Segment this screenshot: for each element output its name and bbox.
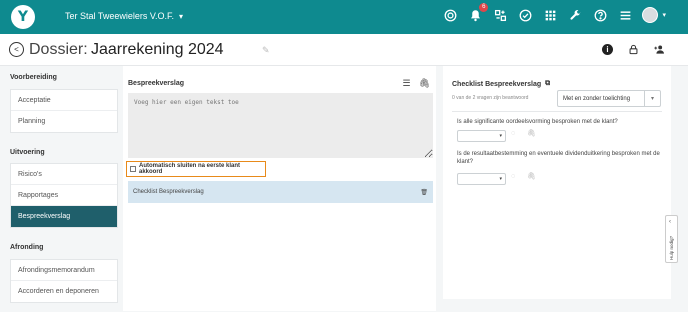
auto-close-checkbox-row[interactable]: Automatisch sluiten na eerste klant akko…: [126, 161, 266, 177]
sidebar-item-acceptatie[interactable]: Acceptatie: [11, 90, 117, 111]
list-icon[interactable]: ☰: [402, 78, 410, 89]
sidebar-item-accorderen[interactable]: Accorderen en deponeren: [11, 281, 117, 302]
back-button[interactable]: <: [9, 42, 24, 57]
progress-text: 0 van de 2 vragen zijn beantwoord: [452, 95, 529, 101]
sidebar-item-rapportages[interactable]: Rapportages: [11, 185, 117, 206]
chevron-left-icon: ‹: [669, 219, 671, 225]
checklist-label: Checklist Bespreekverslag: [133, 189, 204, 195]
sidebar-item-risicos[interactable]: Risico's: [11, 164, 117, 185]
chevron-down-icon: ▾: [644, 91, 660, 106]
notes-textarea[interactable]: [128, 93, 433, 158]
attachment-icon[interactable]: 🖇: [527, 172, 536, 180]
section-title-afronding: Afronding: [10, 244, 44, 251]
title-bar: < Dossier: Jaarrekening 2024 ✎ i: [0, 34, 688, 66]
help-tab[interactable]: ‹ Hulp nodig?: [665, 215, 678, 263]
help-tab-label: Hulp nodig?: [669, 235, 674, 260]
question-1-text: Is alle significante oordeelsvorming bes…: [457, 119, 618, 125]
swap-icon[interactable]: [492, 7, 508, 23]
sidebar-item-afrondingsmemorandum[interactable]: Afrondingsmemorandum: [11, 260, 117, 281]
filter-select-value: Met en zonder toelichting: [563, 95, 631, 102]
avatar[interactable]: [642, 7, 659, 23]
wrench-icon[interactable]: [567, 7, 583, 23]
help-icon[interactable]: [592, 7, 608, 23]
question-2-text: Is de resultaatbestemming en eventuele d…: [457, 151, 660, 165]
filter-select[interactable]: Met en zonder toelichting ▾: [557, 90, 661, 107]
trash-icon[interactable]: 🗑: [420, 189, 428, 196]
page-title-label: Dossier:: [29, 41, 88, 58]
nav-group-afronding: Afrondingsmemorandum Accorderen en depon…: [10, 259, 118, 303]
external-link-icon[interactable]: ⧉: [545, 80, 550, 88]
checklist-row[interactable]: Checklist Bespreekverslag 🗑: [128, 181, 433, 203]
divider: [452, 111, 662, 112]
attachment-icon[interactable]: 🖇: [419, 78, 430, 89]
question-1-answer-select[interactable]: ▾: [457, 130, 506, 142]
attachment-icon[interactable]: 🖇: [527, 129, 536, 137]
app-logo[interactable]: Y: [11, 5, 35, 29]
target-icon[interactable]: [442, 7, 458, 23]
company-selector[interactable]: Ter Stal Tweewielers V.O.F. ▾: [65, 11, 183, 21]
top-bar: Y Ter Stal Tweewielers V.O.F. ▾ 6 ▾: [0, 0, 688, 34]
add-user-icon[interactable]: [653, 43, 666, 56]
check-circle-icon[interactable]: [517, 7, 533, 23]
nav-group-uitvoering: Risico's Rapportages Bespreekverslag: [10, 163, 118, 228]
nav-group-voorbereiding: Acceptatie Planning: [10, 89, 118, 133]
company-name: Ter Stal Tweewielers V.O.F.: [65, 11, 175, 21]
section-heading: Bespreekverslag: [128, 80, 185, 87]
pencil-icon[interactable]: ✎: [262, 45, 270, 56]
checklist-panel: Checklist Bespreekverslag ⧉ 0 van de 2 v…: [443, 66, 671, 299]
chevron-down-icon: ▾: [179, 11, 184, 21]
main-panel: Bespreekverslag ☰ 🖇 Automatisch sluiten …: [123, 66, 436, 311]
section-title-voorbereiding: Voorbereiding: [10, 74, 57, 81]
lock-icon[interactable]: [627, 43, 640, 56]
auto-close-checkbox[interactable]: [130, 166, 136, 172]
sidebar-item-bespreekverslag[interactable]: Bespreekverslag: [11, 206, 117, 227]
notification-badge: 6: [479, 3, 489, 12]
menu-icon[interactable]: [617, 7, 633, 23]
checklist-panel-title: Checklist Bespreekverslag ⧉: [452, 80, 550, 88]
checklist-title: Checklist Bespreekverslag: [452, 80, 542, 88]
apps-grid-icon[interactable]: [542, 7, 558, 23]
section-title-uitvoering: Uitvoering: [10, 149, 45, 156]
bell-icon[interactable]: 6: [467, 3, 489, 23]
auto-close-label: Automatisch sluiten na eerste klant akko…: [139, 163, 241, 175]
comment-icon[interactable]: ◌: [511, 130, 515, 137]
comment-icon[interactable]: ◌: [511, 173, 515, 180]
question-2-answer-select[interactable]: ▾: [457, 173, 506, 185]
sidebar-item-planning[interactable]: Planning: [11, 111, 117, 132]
chevron-down-icon[interactable]: ▾: [662, 11, 666, 19]
page-title: Jaarrekening 2024: [91, 41, 224, 58]
info-icon[interactable]: i: [601, 43, 614, 56]
